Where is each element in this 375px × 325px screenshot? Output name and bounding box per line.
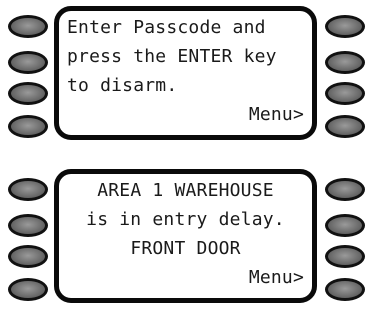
lcd-line-2: press the ENTER key bbox=[67, 46, 277, 67]
keypad-display-top: Enter Passcode and press the ENTER key t… bbox=[0, 0, 375, 150]
soft-key-left-3[interactable] bbox=[8, 82, 48, 105]
soft-key-right-2[interactable] bbox=[325, 51, 365, 74]
soft-key-left-2[interactable] bbox=[8, 214, 48, 237]
menu-label: Menu> bbox=[248, 267, 304, 288]
soft-key-right-1[interactable] bbox=[325, 178, 365, 201]
soft-key-left-4[interactable] bbox=[8, 278, 48, 301]
menu-label: Menu> bbox=[248, 104, 304, 125]
keypad-display-bottom: AREA 1 WAREHOUSE is in entry delay. FRON… bbox=[0, 163, 375, 313]
lcd-line-3: to disarm. bbox=[67, 75, 178, 96]
lcd-line-1: Enter Passcode and bbox=[67, 17, 266, 38]
lcd-line-3: FRONT DOOR bbox=[130, 238, 241, 259]
soft-key-right-menu[interactable] bbox=[325, 278, 365, 301]
soft-key-left-2[interactable] bbox=[8, 51, 48, 74]
lcd-screen: AREA 1 WAREHOUSE is in entry delay. FRON… bbox=[54, 169, 317, 303]
soft-key-right-menu[interactable] bbox=[325, 115, 365, 138]
soft-key-right-3[interactable] bbox=[325, 245, 365, 268]
soft-key-right-2[interactable] bbox=[325, 214, 365, 237]
lcd-line-2: is in entry delay. bbox=[86, 209, 285, 230]
soft-key-left-1[interactable] bbox=[8, 15, 48, 38]
lcd-screen: Enter Passcode and press the ENTER key t… bbox=[54, 6, 317, 140]
soft-key-right-3[interactable] bbox=[325, 82, 365, 105]
soft-key-right-1[interactable] bbox=[325, 15, 365, 38]
soft-key-left-4[interactable] bbox=[8, 115, 48, 138]
soft-key-left-3[interactable] bbox=[8, 245, 48, 268]
lcd-line-1: AREA 1 WAREHOUSE bbox=[97, 180, 274, 201]
soft-key-left-1[interactable] bbox=[8, 178, 48, 201]
